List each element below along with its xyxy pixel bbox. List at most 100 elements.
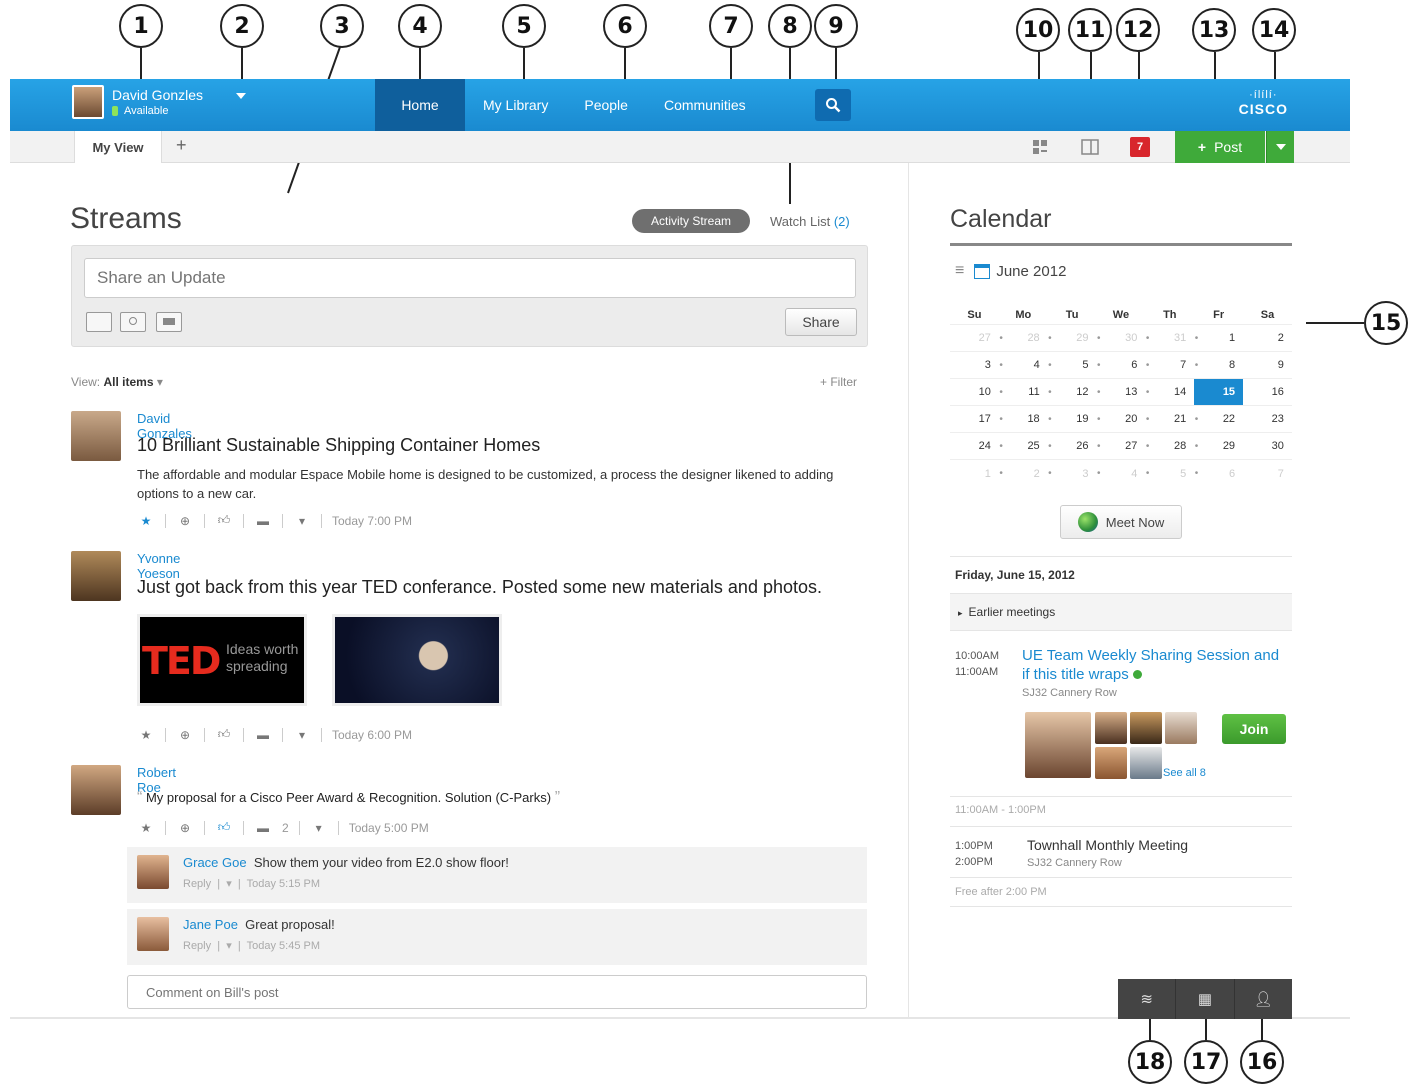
search-button[interactable] (815, 89, 851, 121)
view-filter[interactable]: View: All items ▾ (71, 375, 163, 389)
add-icon[interactable]: ⊕ (176, 514, 194, 528)
avatar[interactable] (1130, 747, 1162, 779)
like-icon[interactable]: 👍︎ (215, 727, 233, 742)
share-update-input[interactable] (84, 258, 856, 298)
calendar-day[interactable]: 2 • (999, 460, 1052, 487)
filter-button[interactable]: + Filter (820, 375, 857, 389)
calendar-day[interactable]: 4 • (999, 352, 1052, 378)
ted-image[interactable]: TED Ideas worth spreading (137, 614, 307, 706)
avatar[interactable] (137, 917, 169, 951)
calendar-day[interactable]: 28 • (999, 325, 1051, 351)
more-chevron-icon[interactable]: ▾ (293, 514, 311, 528)
avatar[interactable] (71, 551, 121, 601)
comment-icon[interactable]: ▬ (254, 728, 272, 742)
like-icon[interactable]: 👍︎ (215, 513, 233, 528)
calendar-day[interactable]: 4 • (1097, 460, 1149, 487)
nav-home[interactable]: Home (375, 79, 465, 131)
add-icon[interactable]: ⊕ (176, 728, 194, 742)
attach-document-icon[interactable] (86, 312, 112, 332)
calendar-day[interactable]: 23 (1243, 406, 1292, 432)
nav-communities[interactable]: Communities (646, 79, 764, 131)
calendar-day[interactable]: 12 • (1048, 379, 1100, 405)
calendar-day[interactable]: 21 • (1145, 406, 1198, 432)
comment-icon[interactable]: ▬ (254, 821, 272, 835)
calendar-day[interactable]: 30 (1243, 433, 1292, 459)
reply-link[interactable]: Reply (183, 940, 211, 952)
chevron-down-icon[interactable]: ▾ (226, 878, 232, 890)
more-chevron-icon[interactable]: ▾ (310, 821, 328, 835)
calendar-icon[interactable] (974, 263, 991, 279)
event-title[interactable]: Townhall Monthly Meeting (1027, 837, 1188, 853)
star-icon[interactable]: ★ (137, 728, 155, 742)
tab-watch-list[interactable]: Watch List (2) (770, 214, 850, 229)
contacts-dock-icon[interactable]: 👤︎ (1235, 979, 1292, 1019)
avatar[interactable] (1095, 747, 1127, 779)
calendar-day[interactable]: 10 • (950, 379, 1003, 405)
share-button[interactable]: Share (785, 308, 857, 336)
speaker-photo[interactable] (332, 614, 502, 706)
calendar-day[interactable]: 7 (1243, 460, 1292, 487)
calendar-day[interactable]: 7 • (1145, 352, 1198, 378)
calendar-day[interactable]: 1 • (950, 460, 1003, 487)
calendar-day[interactable]: 6 • (1097, 352, 1149, 378)
nav-people[interactable]: People (566, 79, 646, 131)
calendar-day[interactable]: 18 • (999, 406, 1051, 432)
calendar-day[interactable]: 5 • (1048, 352, 1100, 378)
user-name[interactable]: David Gonzles (112, 87, 203, 103)
widgets-icon[interactable] (1030, 137, 1050, 157)
calendar-day[interactable]: 17 • (950, 406, 1003, 432)
attach-video-icon[interactable] (156, 312, 182, 332)
calendar-day[interactable]: 13 • (1097, 379, 1149, 405)
attach-photo-icon[interactable] (120, 312, 146, 332)
calendar-day[interactable]: 5 • (1145, 460, 1198, 487)
calendar-day[interactable]: 29 (1194, 433, 1243, 459)
comment-icon[interactable]: ▬ (254, 514, 272, 528)
calendar-day[interactable]: 8 (1194, 352, 1243, 378)
post-title[interactable]: 10 Brilliant Sustainable Shipping Contai… (137, 435, 540, 456)
tab-activity-stream[interactable]: Activity Stream (632, 209, 750, 233)
calendar-day[interactable]: 14• (1145, 379, 1198, 405)
layout-toggle-icon[interactable] (1080, 137, 1100, 157)
avatar[interactable] (71, 411, 121, 461)
calendar-day[interactable]: 27 • (950, 325, 1003, 351)
calendar-day[interactable]: 3 • (1048, 460, 1100, 487)
avatar[interactable] (1095, 712, 1127, 744)
calendar-day[interactable]: 2 (1243, 325, 1292, 351)
post-dropdown-button[interactable] (1266, 131, 1294, 163)
avatar[interactable] (1165, 712, 1197, 744)
tab-my-view[interactable]: My View (74, 131, 162, 163)
calendar-day[interactable]: 9 (1243, 352, 1292, 378)
event-title[interactable]: UE Team Weekly Sharing Session and if th… (1022, 646, 1284, 684)
calendar-day[interactable]: 3 • (950, 352, 1003, 378)
avatar[interactable] (137, 855, 169, 889)
chevron-down-icon[interactable]: ▾ (226, 940, 232, 952)
calendar-day[interactable]: 28 • (1145, 433, 1198, 459)
star-icon[interactable]: ★ (137, 514, 155, 528)
nav-my-library[interactable]: My Library (465, 79, 566, 131)
calendar-day[interactable]: 22 (1194, 406, 1243, 432)
menu-icon[interactable]: ≡ (955, 262, 964, 280)
user-menu[interactable]: David Gonzles Available (72, 85, 203, 119)
more-chevron-icon[interactable]: ▾ (293, 728, 311, 742)
user-dropdown-chevron-icon[interactable] (236, 93, 246, 99)
calendar-day[interactable]: 6 (1194, 460, 1243, 487)
view-value[interactable]: All items (103, 375, 153, 389)
avatar[interactable] (71, 765, 121, 815)
star-icon[interactable]: ★ (137, 821, 155, 835)
join-button[interactable]: Join (1222, 714, 1286, 744)
calendar-day-today[interactable]: 15 (1194, 379, 1244, 405)
activity-stream-dock-icon[interactable]: ≋ (1118, 979, 1177, 1019)
calendar-day[interactable]: 26 • (1048, 433, 1100, 459)
calendar-day[interactable]: 30 • (1097, 325, 1149, 351)
calendar-day[interactable]: 11 • (999, 379, 1051, 405)
comment-input[interactable] (127, 975, 867, 1009)
add-icon[interactable]: ⊕ (176, 821, 194, 835)
calendar-day[interactable]: 16 (1243, 379, 1292, 405)
comment-author[interactable]: Grace Goe (183, 855, 247, 870)
like-icon[interactable]: 👍︎ (215, 820, 233, 835)
calendar-day[interactable]: 29 • (1048, 325, 1100, 351)
see-all-attendees-link[interactable]: See all 8 (1163, 767, 1206, 779)
user-avatar[interactable] (72, 85, 104, 119)
calendar-day[interactable]: 27 • (1097, 433, 1149, 459)
calendar-day[interactable]: 19 • (1048, 406, 1100, 432)
